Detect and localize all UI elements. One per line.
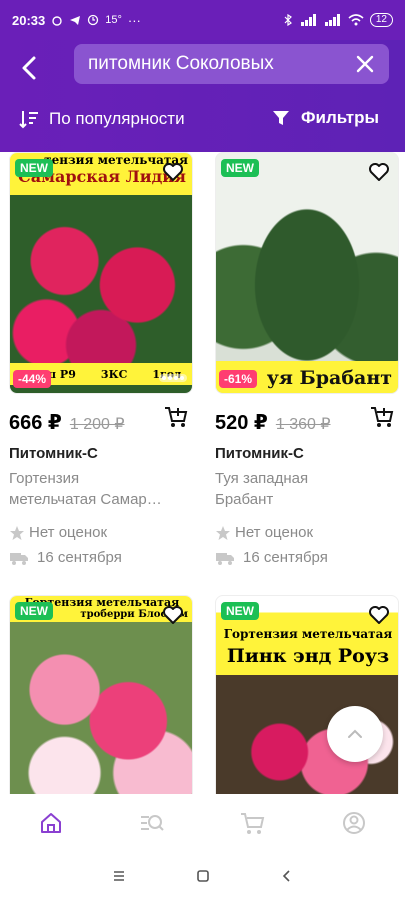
product-name-line: Брабант — [215, 491, 274, 508]
delivery-date: 16 сентября — [243, 549, 328, 566]
chevron-up-icon — [348, 729, 362, 738]
sort-button[interactable]: По популярности — [18, 108, 185, 130]
cart-icon[interactable] — [238, 808, 268, 838]
battery-indicator: 12 — [369, 13, 393, 27]
menu-icon[interactable] — [112, 869, 126, 883]
delivery: 16 сентября — [9, 549, 122, 566]
product-card[interactable]: Гортензия метельчатая троберри Блоссом N… — [9, 595, 193, 794]
catalog-search-icon[interactable] — [137, 808, 167, 838]
product-name-line: Туя западная — [215, 470, 309, 487]
seller-name: Питомник-С — [215, 445, 304, 462]
wifi-icon — [348, 14, 364, 26]
sort-filter-bar: По популярности Фильтры — [0, 106, 405, 138]
discount-badge: -61% — [219, 370, 258, 388]
old-price: 1 200 ₽ — [69, 416, 125, 433]
image-label-banner: Гортензия метельчатая Пинк энд Роуз — [216, 620, 398, 674]
bottom-navigation — [0, 794, 405, 852]
product-grid: тензия метельчатая Самарская Лидия горш … — [0, 152, 405, 794]
product-card[interactable]: уя Брабант NEW -61% 520 ₽ 1 360 ₽ Питомн… — [215, 152, 399, 572]
home-icon[interactable] — [36, 808, 66, 838]
close-icon[interactable] — [355, 54, 375, 74]
delivery-date: 16 сентября — [37, 549, 122, 566]
back-arrow-icon[interactable] — [14, 52, 46, 84]
image-label-main: уя Брабант — [266, 367, 392, 389]
product-card[interactable]: Гортензия метельчатая Пинк энд Роуз NEW — [215, 595, 399, 794]
rating-text: Нет оценок — [29, 524, 108, 541]
heart-icon[interactable] — [367, 603, 391, 627]
new-badge: NEW — [221, 602, 259, 620]
filter-button[interactable]: Фильтры — [271, 108, 379, 128]
image-label-main: Пинк энд Роуз — [226, 645, 390, 667]
status-temperature: 15° — [105, 14, 122, 26]
app-header: питомник Соколовых По популярности Фильт… — [0, 40, 405, 152]
product-name: Туя западная Брабант — [215, 468, 399, 510]
clock-icon — [88, 14, 99, 26]
seller-name: Питомник-С — [9, 445, 98, 462]
sort-icon — [19, 111, 38, 129]
status-bar: 20:33 15° ··· 12 — [0, 0, 405, 40]
product-name-line: Гортензия — [9, 470, 80, 487]
scroll-top-button[interactable] — [327, 706, 383, 762]
new-badge: NEW — [15, 602, 53, 620]
image-pagination — [159, 374, 187, 382]
product-image[interactable]: уя Брабант — [215, 152, 399, 394]
star-icon — [216, 525, 230, 540]
search-input[interactable]: питомник Соколовых — [74, 44, 389, 84]
sort-label: По популярности — [49, 109, 185, 128]
filter-label: Фильтры — [301, 108, 379, 127]
image-label-top: Гортензия метельчатая — [223, 627, 393, 641]
bluetooth-icon — [284, 14, 292, 26]
new-badge: NEW — [15, 159, 53, 177]
star-icon — [10, 525, 24, 540]
telegram-icon — [70, 16, 81, 25]
profile-icon[interactable] — [339, 808, 369, 838]
rating: Нет оценок — [215, 524, 313, 541]
new-badge: NEW — [221, 159, 259, 177]
truck-icon — [216, 552, 234, 565]
price: 666 ₽ — [9, 412, 62, 434]
rating-text: Нет оценок — [235, 524, 314, 541]
product-image[interactable]: тензия метельчатая Самарская Лидия горш … — [9, 152, 193, 394]
search-query[interactable]: питомник Соколовых — [88, 53, 355, 75]
product-card[interactable]: тензия метельчатая Самарская Лидия горш … — [9, 152, 193, 572]
old-price: 1 360 ₽ — [275, 416, 331, 433]
heart-icon[interactable] — [161, 160, 185, 184]
heart-icon[interactable] — [367, 160, 391, 184]
signal-icon — [300, 14, 316, 26]
status-time: 20:33 — [12, 12, 46, 28]
alarm-icon — [52, 16, 62, 26]
filter-funnel-icon — [273, 111, 290, 125]
add-to-cart-icon[interactable] — [163, 404, 189, 430]
signal-icon-2 — [324, 14, 340, 26]
system-back-icon[interactable] — [280, 869, 294, 883]
discount-badge: -44% — [13, 370, 52, 388]
heart-icon[interactable] — [161, 603, 185, 627]
status-more: ··· — [127, 12, 141, 28]
home-square-icon[interactable] — [196, 869, 210, 883]
delivery: 16 сентября — [215, 549, 328, 566]
product-name: Гортензия метельчатая Самар… — [9, 468, 193, 510]
rating: Нет оценок — [9, 524, 107, 541]
image-label-size: 3КС — [100, 367, 128, 381]
price: 520 ₽ — [215, 412, 268, 434]
truck-icon — [10, 552, 28, 565]
system-navigation-bar — [0, 852, 405, 900]
product-name-line: метельчатая Самар… — [9, 491, 162, 508]
add-to-cart-icon[interactable] — [369, 404, 395, 430]
